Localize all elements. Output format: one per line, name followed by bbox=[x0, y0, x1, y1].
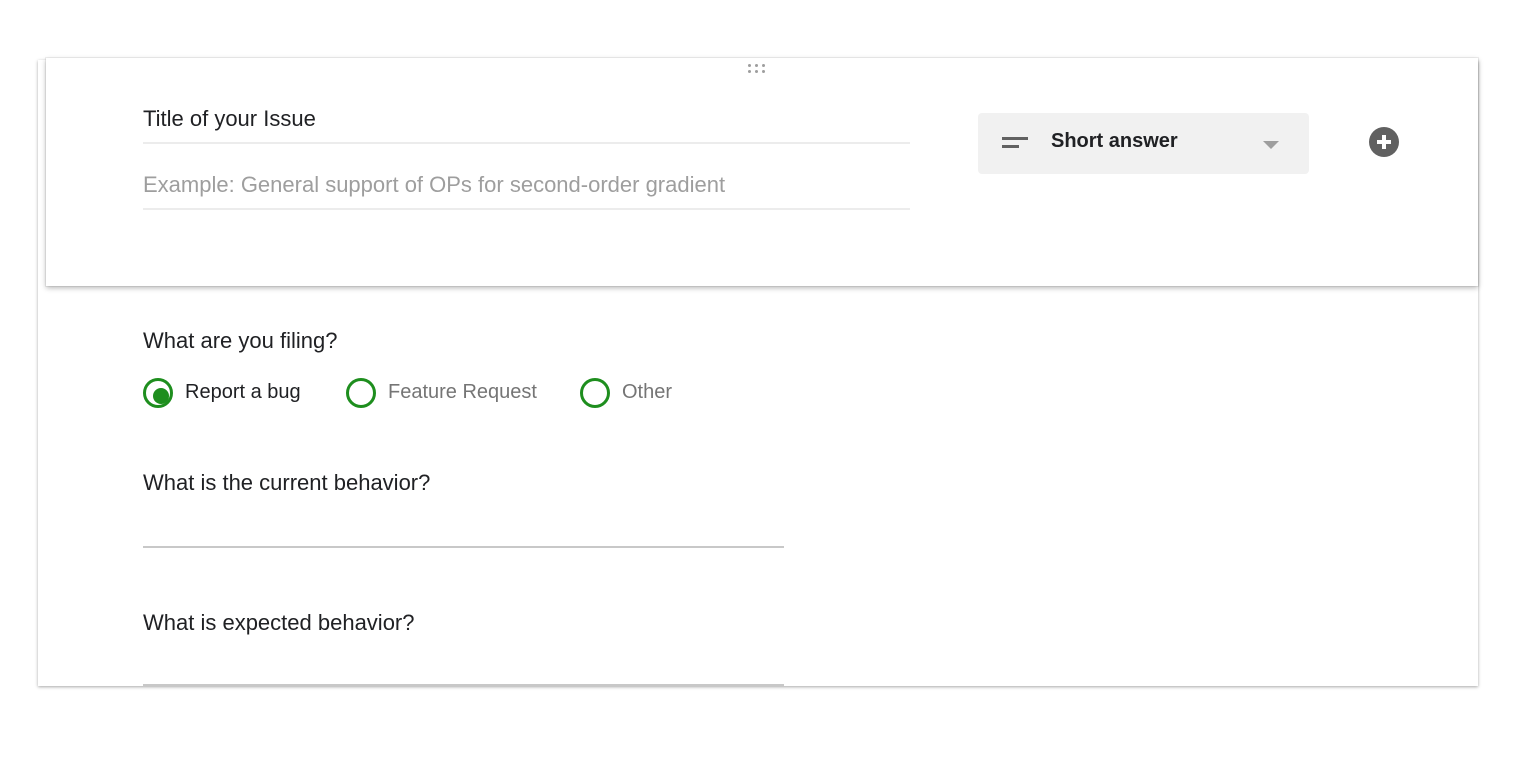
radio-selected-icon bbox=[143, 378, 173, 408]
question-type-select[interactable]: Short answer bbox=[978, 113, 1309, 174]
question-type-label: Short answer bbox=[1051, 130, 1178, 152]
question-title-input[interactable]: Title of your Issue bbox=[143, 106, 910, 144]
drag-handle-icon[interactable] bbox=[746, 64, 776, 78]
radio-label: Other bbox=[622, 381, 673, 403]
radio-label: Feature Request bbox=[388, 381, 537, 403]
chevron-down-icon bbox=[1263, 141, 1279, 149]
radio-label: Report a bug bbox=[185, 381, 301, 403]
filing-question-label: What are you filing? bbox=[143, 328, 338, 353]
current-behavior-input[interactable] bbox=[143, 546, 784, 548]
expected-behavior-label: What is expected behavior? bbox=[143, 610, 415, 635]
radio-unselected-icon bbox=[346, 378, 376, 408]
current-behavior-label: What is the current behavior? bbox=[143, 470, 431, 495]
expected-behavior-input[interactable] bbox=[143, 684, 784, 686]
question-placeholder-text[interactable]: Example: General support of OPs for seco… bbox=[143, 172, 910, 210]
add-circle-icon[interactable] bbox=[1369, 127, 1399, 157]
question-card[interactable]: Title of your Issue Example: General sup… bbox=[46, 58, 1478, 286]
radio-unselected-icon bbox=[580, 378, 610, 408]
short-answer-icon bbox=[1002, 137, 1028, 151]
